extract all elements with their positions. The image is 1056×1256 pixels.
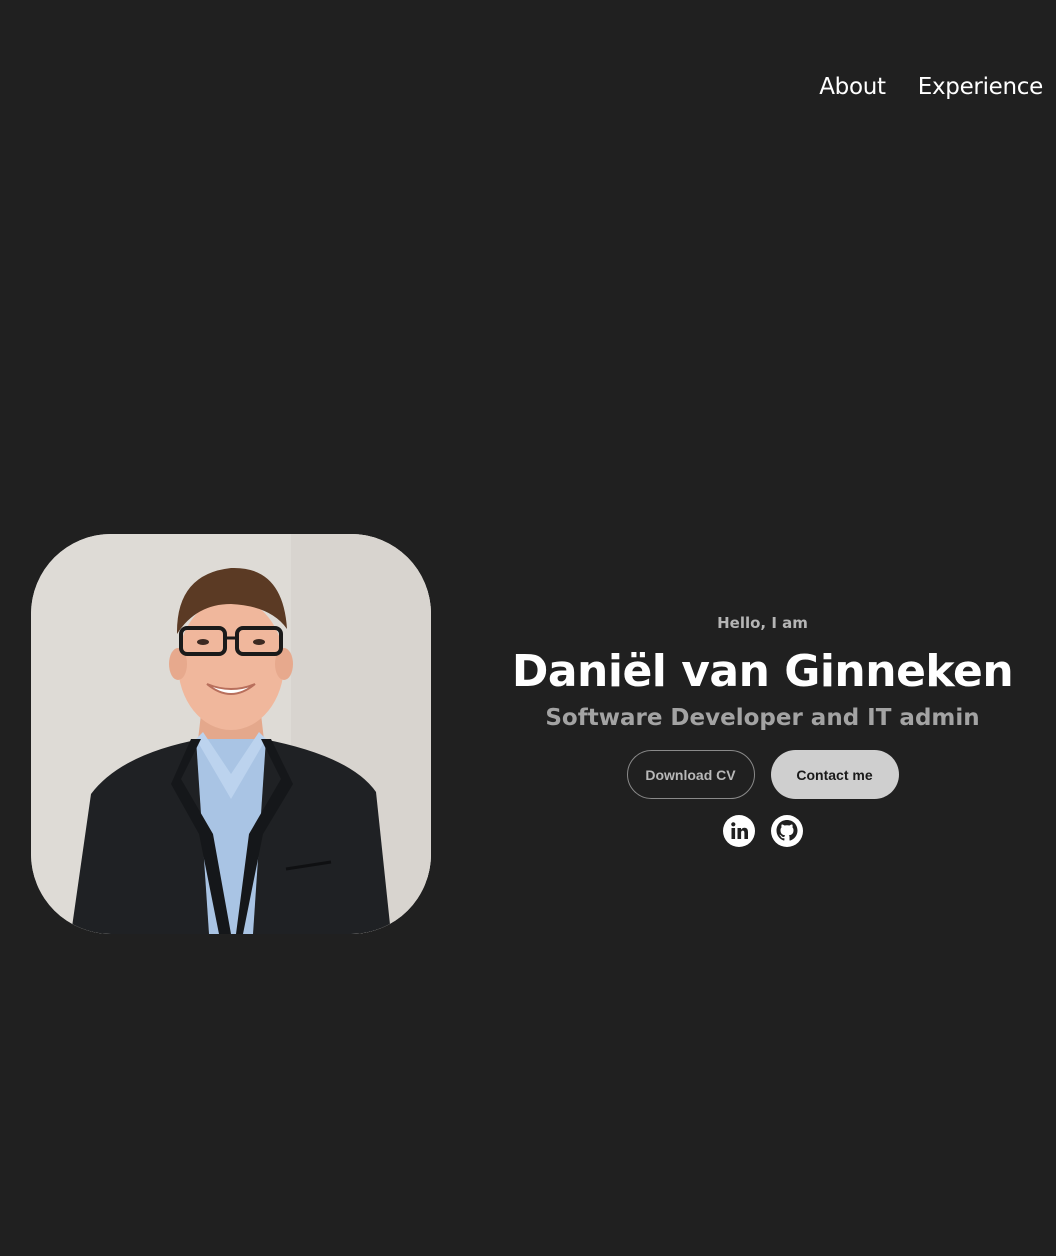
github-icon[interactable] xyxy=(770,815,803,847)
cta-buttons: Download CV Contact me xyxy=(470,750,1055,799)
profile-photo xyxy=(31,534,431,934)
intro-section: Hello, I am Daniël van Ginneken Software… xyxy=(470,612,1055,847)
contact-me-button[interactable]: Contact me xyxy=(770,750,899,799)
page: About Experience Hello, I am Daniël van … xyxy=(0,0,1056,1256)
top-nav: About Experience xyxy=(819,74,1043,100)
download-cv-button[interactable]: Download CV xyxy=(626,750,755,799)
job-title: Software Developer and IT admin xyxy=(545,705,980,731)
social-links xyxy=(470,815,1055,847)
greeting-text: Hello, I am xyxy=(717,614,808,632)
linkedin-icon[interactable] xyxy=(722,815,755,847)
nav-about-link[interactable]: About xyxy=(819,74,886,100)
nav-experience-link[interactable]: Experience xyxy=(918,74,1044,100)
page-title: Daniël van Ginneken xyxy=(511,646,1014,697)
